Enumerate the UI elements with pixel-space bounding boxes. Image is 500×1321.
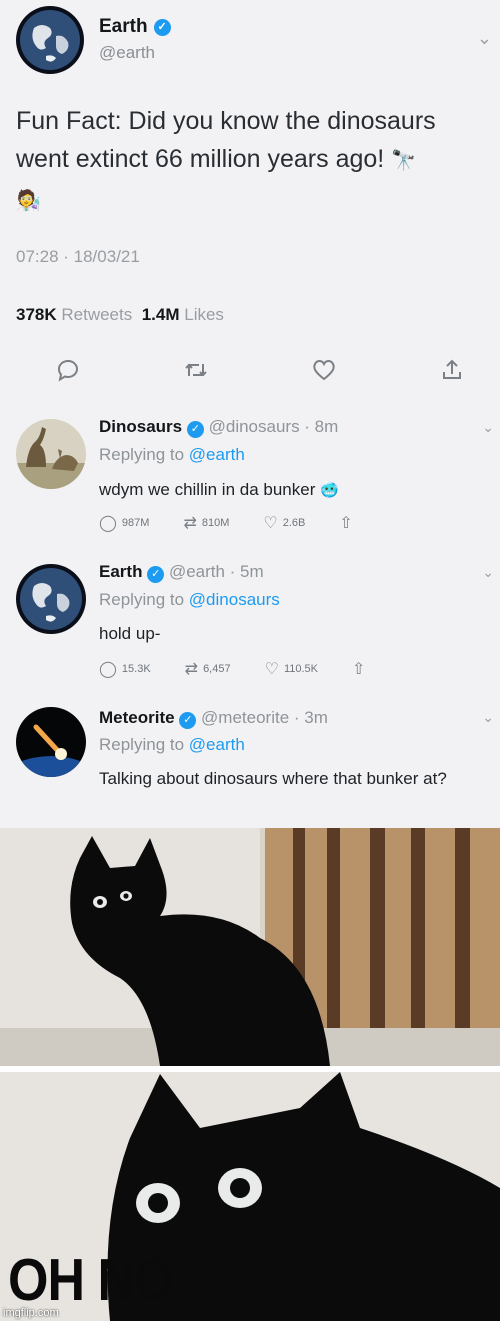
earth-avatar[interactable]: [16, 564, 86, 634]
share-icon: ⇧: [352, 661, 366, 678]
like-icon: ♡: [264, 661, 279, 678]
reply-header: Earth ✓ @earth · 5m: [99, 562, 264, 583]
reply-author-name[interactable]: Meteorite: [99, 708, 175, 727]
tweet-text-line-2: went extinct 66 million years ago! 🔭: [16, 140, 496, 180]
replying-to: Replying to @earth: [99, 735, 245, 755]
likes-count[interactable]: 1.4M: [142, 305, 180, 324]
reply-author-handle[interactable]: @meteorite · 3m: [201, 708, 328, 727]
share-icon: ⇧: [339, 515, 353, 532]
reply-icon[interactable]: [55, 358, 81, 389]
reply-meteorite[interactable]: Meteorite ✓ @meteorite · 3m ⌄ Replying t…: [0, 705, 500, 828]
tweet-stats: 378K Retweets 1.4M Likes: [16, 305, 224, 325]
meteorite-avatar[interactable]: [16, 707, 86, 777]
retweet-count: 810M: [201, 517, 230, 529]
main-tweet-author[interactable]: Earth ✓: [99, 16, 171, 38]
dinosaurs-avatar[interactable]: [16, 419, 86, 489]
cat-reaction-image-2: OH NO imgflip.com: [0, 1068, 500, 1321]
reply-retweet-button[interactable]: ⇄ 810M: [183, 513, 229, 533]
like-count: 2.6B: [282, 517, 306, 529]
replying-to-prefix: Replying to: [99, 590, 185, 609]
verified-badge-icon: ✓: [186, 421, 204, 438]
earth-avatar[interactable]: [16, 6, 84, 74]
reply-text: Talking about dinosaurs where that bunke…: [99, 769, 447, 788]
reply-text: wdym we chillin in da bunker 🥶: [99, 476, 499, 504]
retweet-icon: ⇄: [183, 515, 197, 532]
reply-author-name[interactable]: Earth: [99, 562, 142, 581]
reply-header: Meteorite ✓ @meteorite · 3m: [99, 708, 328, 729]
verified-badge-icon: ✓: [179, 712, 197, 729]
replying-to: Replying to @earth: [99, 445, 245, 465]
reply-share-button[interactable]: ⇧: [352, 659, 365, 679]
replying-to-mention[interactable]: @earth: [189, 445, 245, 464]
retweet-icon[interactable]: [183, 358, 209, 389]
chevron-down-icon[interactable]: ⌄: [482, 419, 494, 436]
reply-count: 15.3K: [121, 663, 151, 675]
reply-like-button[interactable]: ♡ 110.5K: [265, 659, 318, 679]
verified-badge-icon: ✓: [147, 566, 165, 583]
cat-reaction-image-1: [0, 828, 500, 1066]
chevron-down-icon[interactable]: ⌄: [477, 28, 492, 49]
tweet-timestamp[interactable]: 07:28 · 18/03/21: [16, 247, 140, 267]
like-icon: ♡: [263, 515, 278, 532]
verified-badge-icon: ✓: [153, 18, 171, 36]
author-handle[interactable]: @earth: [99, 43, 155, 63]
replying-to: Replying to @dinosaurs: [99, 590, 280, 610]
retweets-label[interactable]: Retweets: [61, 305, 132, 324]
reply-share-button[interactable]: ⇧: [339, 513, 352, 533]
chevron-down-icon[interactable]: ⌄: [482, 709, 494, 726]
reply-icon: ◯: [99, 661, 117, 678]
chevron-down-icon[interactable]: ⌄: [482, 564, 494, 581]
reply-like-button[interactable]: ♡ 2.6B: [263, 513, 305, 533]
watermark: imgflip.com: [3, 1307, 59, 1319]
reply-reply-button[interactable]: ◯ 987M: [99, 513, 149, 533]
reply-text-content: wdym we chillin in da bunker: [99, 480, 316, 499]
cold-face-emoji-icon: 🥶: [320, 482, 339, 499]
reply-author-handle[interactable]: @earth · 5m: [169, 562, 264, 581]
retweet-count: 6,457: [203, 663, 231, 675]
tweet-actions: [55, 358, 465, 389]
reply-reply-button[interactable]: ◯ 15.3K: [99, 659, 151, 679]
share-icon[interactable]: [439, 358, 465, 389]
replying-to-prefix: Replying to: [99, 445, 185, 464]
tweet-text: Fun Fact: Did you know the dinosaurs wen…: [16, 102, 496, 220]
reply-icon: ◯: [99, 515, 117, 532]
reply-earth[interactable]: Earth ✓ @earth · 5m ⌄ Replying to @dinos…: [0, 560, 500, 700]
author-name: Earth: [99, 16, 148, 37]
like-count: 110.5K: [283, 663, 318, 675]
reply-count: 987M: [121, 517, 150, 529]
tweet-text-line-1: Fun Fact: Did you know the dinosaurs: [16, 107, 436, 135]
reply-author-handle[interactable]: @dinosaurs · 8m: [209, 417, 339, 436]
like-icon[interactable]: [311, 358, 337, 389]
reply-retweet-button[interactable]: ⇄ 6,457: [185, 659, 231, 679]
telescope-emoji-icon: 🔭: [391, 150, 417, 172]
reply-actions: ◯ 987M ⇄ 810M ♡ 2.6B ⇧: [99, 513, 353, 533]
reply-author-name[interactable]: Dinosaurs: [99, 417, 182, 436]
reply-actions: ◯ 15.3K ⇄ 6,457 ♡ 110.5K ⇧: [99, 659, 365, 679]
emoji-line: 🧑‍🔬: [16, 180, 496, 220]
retweet-icon: ⇄: [184, 661, 199, 678]
replying-to-mention[interactable]: @earth: [189, 735, 245, 754]
scientist-emoji-icon: 🧑‍🔬: [16, 190, 41, 212]
meme-caption: OH NO: [8, 1247, 174, 1314]
replying-to-prefix: Replying to: [99, 735, 185, 754]
retweets-count[interactable]: 378K: [16, 305, 57, 324]
reply-text: hold up-: [99, 624, 161, 643]
twitter-thread: Earth ✓ @earth ⌄ Fun Fact: Did you know …: [0, 0, 500, 828]
replying-to-mention[interactable]: @dinosaurs: [189, 590, 280, 609]
reply-dinosaurs[interactable]: Dinosaurs ✓ @dinosaurs · 8m ⌄ Replying t…: [0, 415, 500, 555]
likes-label[interactable]: Likes: [184, 305, 224, 324]
reply-header: Dinosaurs ✓ @dinosaurs · 8m: [99, 417, 338, 438]
tweet-text-line-2-content: went extinct 66 million years ago!: [16, 145, 392, 173]
